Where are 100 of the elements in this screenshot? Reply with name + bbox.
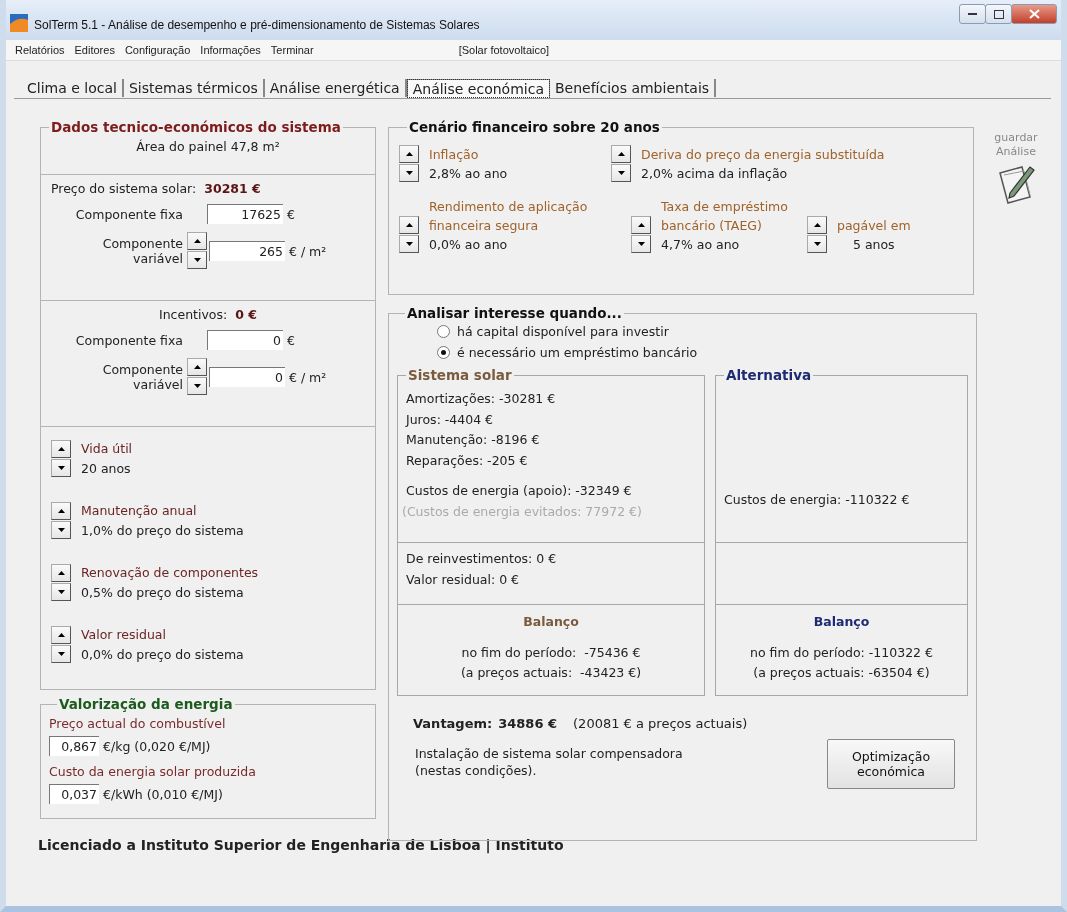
tab[interactable]: Benefícios ambientais xyxy=(550,79,717,97)
group-title: Valorização da energia xyxy=(58,696,234,712)
unit-label: € xyxy=(286,206,295,222)
spin-down-button[interactable] xyxy=(187,251,207,269)
caret-down-icon xyxy=(405,242,413,246)
menu-item[interactable]: Configuração xyxy=(119,44,196,56)
unit-label: € / m² xyxy=(288,369,327,385)
caret-down-icon xyxy=(813,242,821,246)
caret-down-icon xyxy=(57,590,65,594)
parameter-label: Renovação de componentes xyxy=(81,564,259,582)
spin-up-button[interactable] xyxy=(611,145,631,163)
input-field[interactable]: 0 xyxy=(207,330,283,350)
parameter-value: 4,7% ao ano xyxy=(661,236,741,254)
input-field[interactable]: 17625 xyxy=(207,204,283,224)
input-field[interactable]: 265 xyxy=(209,241,285,261)
maximize-icon xyxy=(993,9,1004,19)
balance-line: no fim do período: -110322 € xyxy=(750,644,933,662)
spin-down-button[interactable] xyxy=(399,235,419,253)
unit-label: € / m² xyxy=(288,243,327,259)
mode-label: [Solar fotovoltaico] xyxy=(458,44,550,56)
tab[interactable]: Sistemas térmicos xyxy=(123,79,265,97)
caret-up-icon xyxy=(617,152,625,156)
cost-line: Juros: -4404 € xyxy=(406,410,495,429)
menu-item[interactable]: Informações xyxy=(195,44,266,56)
parameter-label: pagável em xyxy=(837,217,911,235)
panel-area-text: Área do painel 47,8 m² xyxy=(136,139,280,154)
input-field[interactable]: 0 xyxy=(209,367,285,387)
spin-up-button[interactable] xyxy=(51,502,71,520)
balance-title: Balanço xyxy=(523,613,579,631)
spin-down-button[interactable] xyxy=(51,583,71,601)
cost-line: Reparações: -205 € xyxy=(406,451,529,470)
caret-up-icon xyxy=(813,223,821,227)
parameter-label: Rendimento de aplicação financeira segura xyxy=(429,198,589,235)
close-icon xyxy=(1028,9,1040,19)
conclusion-text: Instalação de sistema solar compensadora (nestas condições). xyxy=(415,745,684,779)
spin-down-button[interactable] xyxy=(51,521,71,539)
radio-button[interactable] xyxy=(437,325,450,338)
caret-up-icon xyxy=(405,223,413,227)
notepad-pen-icon[interactable] xyxy=(996,163,1036,205)
parameter-label: Taxa de empréstimo bancário (TAEG) xyxy=(661,198,789,235)
radio-label[interactable]: é necessário um empréstimo bancário xyxy=(457,342,698,363)
parameter-value: 2,8% ao ano xyxy=(429,165,508,183)
minimize-button[interactable] xyxy=(959,4,986,24)
advantage-value: 34886 € xyxy=(498,716,558,731)
spin-up-button[interactable] xyxy=(399,145,419,163)
spin-up-button[interactable] xyxy=(187,232,207,250)
spin-up-button[interactable] xyxy=(51,564,71,582)
input-field[interactable]: 0,867 xyxy=(49,736,99,756)
spin-down-button[interactable] xyxy=(611,164,631,182)
menu-item[interactable]: Editores xyxy=(69,44,120,56)
energy-cost-line: Custos de energia: -110322 € xyxy=(724,490,911,509)
total-value: 30281 € xyxy=(204,181,261,196)
spin-down-button[interactable] xyxy=(187,377,207,395)
cost-line: Amortizações: -30281 € xyxy=(406,390,557,408)
caret-up-icon xyxy=(193,239,201,243)
balance-line: no fim do período: -75436 € xyxy=(461,644,641,662)
tab[interactable]: Clima e local xyxy=(22,79,124,97)
caret-up-icon xyxy=(57,571,65,575)
caret-up-icon xyxy=(57,633,65,637)
minimize-icon xyxy=(967,12,978,16)
group-title: Dados tecnico-económicos do sistema xyxy=(50,119,342,135)
input-field[interactable]: 0,037 xyxy=(49,784,99,804)
field-label: Preço actual do combustível xyxy=(49,715,227,733)
spin-up-button[interactable] xyxy=(807,216,827,234)
spin-up-button[interactable] xyxy=(51,626,71,644)
menu-item[interactable]: Terminar xyxy=(265,44,319,56)
parameter-value: 20 anos xyxy=(81,460,132,478)
group-title: Analisar interesse quando... xyxy=(406,305,623,321)
radio-label[interactable]: há capital disponível para investir xyxy=(457,321,669,342)
menu-item[interactable]: Relatórios xyxy=(10,44,70,56)
spin-down-button[interactable] xyxy=(51,459,71,477)
balance-line: (a preços actuais: -63504 €) xyxy=(753,664,930,682)
parameter-label: Manutenção anual xyxy=(81,502,198,520)
maximize-button[interactable] xyxy=(985,4,1012,24)
close-button[interactable] xyxy=(1011,4,1057,24)
caret-down-icon xyxy=(57,528,65,532)
spin-down-button[interactable] xyxy=(807,235,827,253)
unit-label: €/kWh (0,010 €/MJ) xyxy=(102,786,223,802)
optimization-button[interactable]: Optimização económica xyxy=(827,739,955,789)
cost-line: Manutenção: -8196 € xyxy=(406,431,541,449)
group-title: Sistema solar xyxy=(407,367,513,383)
tab[interactable]: Análise económica xyxy=(406,79,550,98)
spin-up-button[interactable] xyxy=(631,216,651,234)
window-title: SolTerm 5.1 - Análise de desempenho e pré-dimensionamento de Sistemas Solares xyxy=(34,18,480,32)
spin-up-button[interactable] xyxy=(399,216,419,234)
spin-up-button[interactable] xyxy=(187,358,207,376)
advantage-note: (20081 € a preços actuais) xyxy=(573,716,748,731)
avoided-cost-line: (Custos de energia evitados: 77972 €) xyxy=(402,502,643,521)
spin-down-button[interactable] xyxy=(399,164,419,182)
total-value: 0 € xyxy=(235,307,257,322)
caret-down-icon xyxy=(193,258,201,262)
caret-up-icon xyxy=(637,223,645,227)
spin-down-button[interactable] xyxy=(51,645,71,663)
radio-button[interactable] xyxy=(437,346,450,359)
energy-cost-line: Custos de energia (apoio): -32349 € xyxy=(406,482,633,500)
app-icon xyxy=(10,14,28,32)
spin-down-button[interactable] xyxy=(631,235,651,253)
spin-up-button[interactable] xyxy=(51,440,71,458)
advantage-label: Vantagem: xyxy=(413,716,493,731)
balance-line: (a preços actuais: -43423 €) xyxy=(460,664,642,682)
